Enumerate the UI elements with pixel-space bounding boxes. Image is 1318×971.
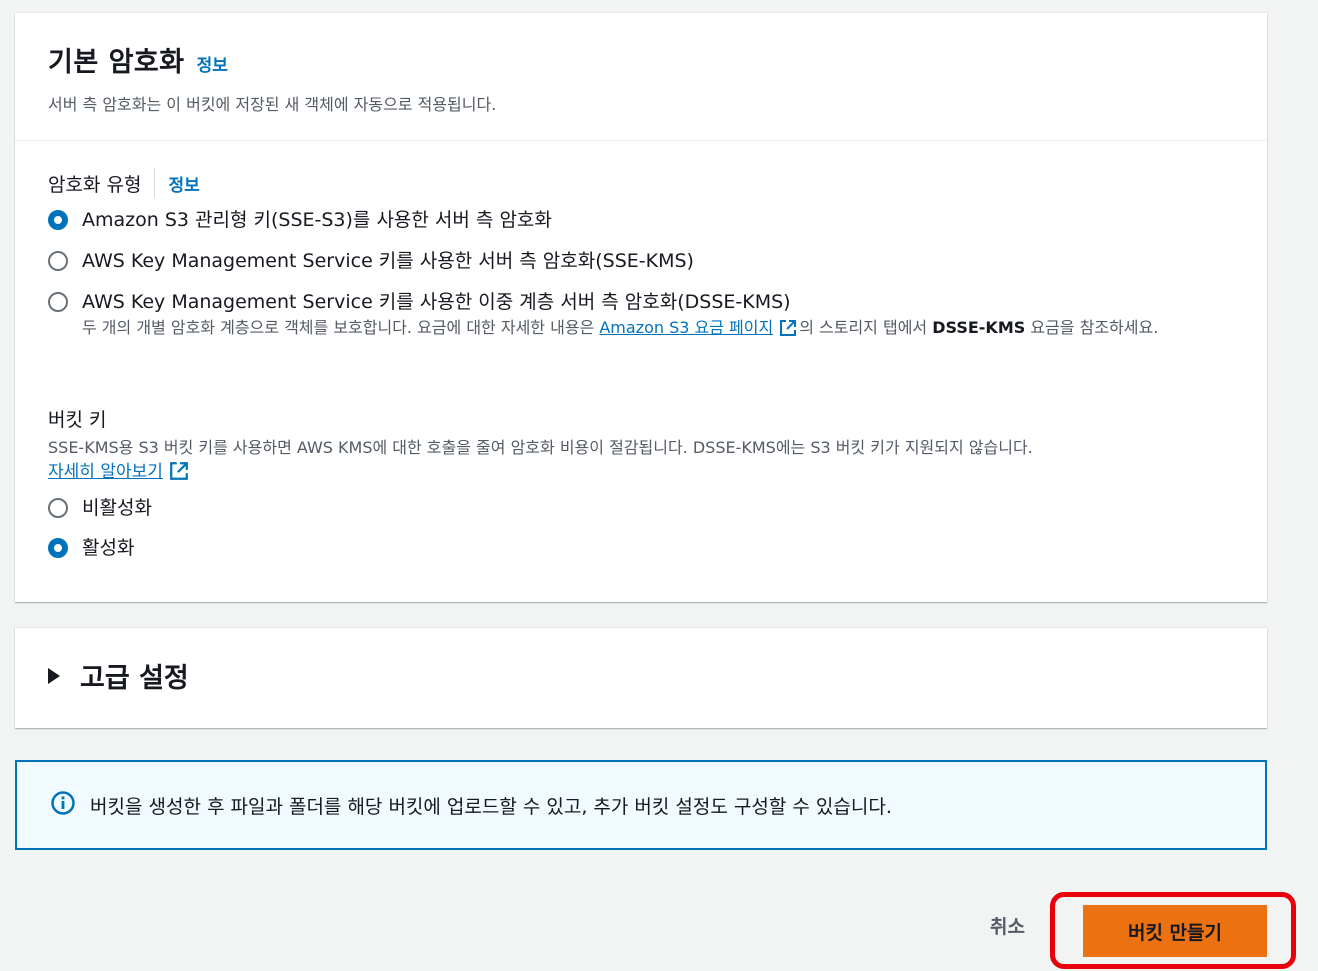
dsse-kms-description: 두 개의 개별 암호화 계층으로 객체를 보호합니다. 요금에 대한 자세한 내…: [82, 316, 1237, 344]
cancel-button[interactable]: 취소: [990, 912, 1025, 939]
desc-text: 두 개의 개별 암호화 계층으로 객체를 보호합니다. 요금에 대한 자세한 내…: [82, 318, 600, 337]
desc-text: 의 스토리지 탭에서: [799, 318, 933, 337]
radio-button[interactable]: [48, 498, 68, 518]
pricing-link[interactable]: Amazon S3 요금 페이지: [599, 318, 773, 337]
encryption-type-info-link[interactable]: 정보: [168, 171, 199, 196]
radio-button[interactable]: [48, 251, 68, 271]
advanced-settings-toggle[interactable]: 고급 설정: [15, 628, 1267, 695]
external-link-icon[interactable]: [779, 319, 797, 344]
advanced-settings-panel: 고급 설정: [15, 628, 1267, 728]
desc-bold: DSSE-KMS: [932, 318, 1026, 337]
divider: [154, 168, 156, 198]
radio-enable[interactable]: 활성화: [48, 536, 1237, 560]
radio-label: 활성화: [82, 537, 135, 559]
bucket-key-desc-text: SSE-KMS용 S3 버킷 키를 사용하면 AWS KMS에 대한 호출을 줄…: [48, 438, 1033, 457]
radio-label: Amazon S3 관리형 키(SSE-S3)를 사용한 서버 측 암호화: [82, 209, 552, 231]
create-bucket-button[interactable]: 버킷 만들기: [1083, 905, 1267, 957]
bucket-key-label: 버킷 키: [48, 409, 107, 431]
radio-label: 비활성화: [82, 497, 152, 519]
advanced-settings-title: 고급 설정: [80, 663, 189, 694]
caret-right-icon[interactable]: [48, 667, 60, 684]
encryption-type-section: 암호화 유형 정보 Amazon S3 관리형 키(SSE-S3)를 사용한 서…: [48, 167, 1237, 344]
bucket-key-section: 버킷 키 SSE-KMS용 S3 버킷 키를 사용하면 AWS KMS에 대한 …: [48, 405, 1237, 560]
default-encryption-panel: 기본 암호화 정보 서버 측 암호화는 이 버킷에 저장된 새 객체에 자동으로…: [15, 13, 1267, 602]
panel-header: 기본 암호화 정보 서버 측 암호화는 이 버킷에 저장된 새 객체에 자동으로…: [15, 13, 1267, 141]
radio-label: AWS Key Management Service 키를 사용한 이중 계층 …: [82, 291, 791, 313]
info-alert: 버킷을 생성한 후 파일과 폴더를 해당 버킷에 업로드할 수 있고, 추가 버…: [15, 760, 1267, 850]
alert-text: 버킷을 생성한 후 파일과 폴더를 해당 버킷에 업로드할 수 있고, 추가 버…: [90, 795, 892, 818]
bucket-key-description: SSE-KMS용 S3 버킷 키를 사용하면 AWS KMS에 대한 호출을 줄…: [48, 436, 1237, 488]
radio-button-checked[interactable]: [48, 210, 68, 230]
radio-sse-s3[interactable]: Amazon S3 관리형 키(SSE-S3)를 사용한 서버 측 암호화: [48, 208, 1237, 232]
external-link-icon[interactable]: [169, 461, 189, 488]
panel-title: 기본 암호화: [48, 47, 185, 78]
radio-button[interactable]: [48, 292, 68, 312]
info-link[interactable]: 정보: [197, 51, 228, 76]
radio-sse-kms[interactable]: AWS Key Management Service 키를 사용한 서버 측 암…: [48, 249, 1237, 273]
desc-text: 요금을 참조하세요.: [1025, 318, 1159, 337]
radio-disable[interactable]: 비활성화: [48, 496, 1237, 520]
radio-label: AWS Key Management Service 키를 사용한 서버 측 암…: [82, 250, 694, 272]
radio-dsse-kms[interactable]: AWS Key Management Service 키를 사용한 이중 계층 …: [48, 290, 1237, 314]
radio-button-checked[interactable]: [48, 538, 68, 558]
panel-description: 서버 측 암호화는 이 버킷에 저장된 새 객체에 자동으로 적용됩니다.: [48, 95, 497, 114]
learn-more-link[interactable]: 자세히 알아보기: [48, 462, 163, 482]
info-circle-icon: [50, 790, 76, 820]
encryption-type-label: 암호화 유형: [48, 173, 142, 196]
